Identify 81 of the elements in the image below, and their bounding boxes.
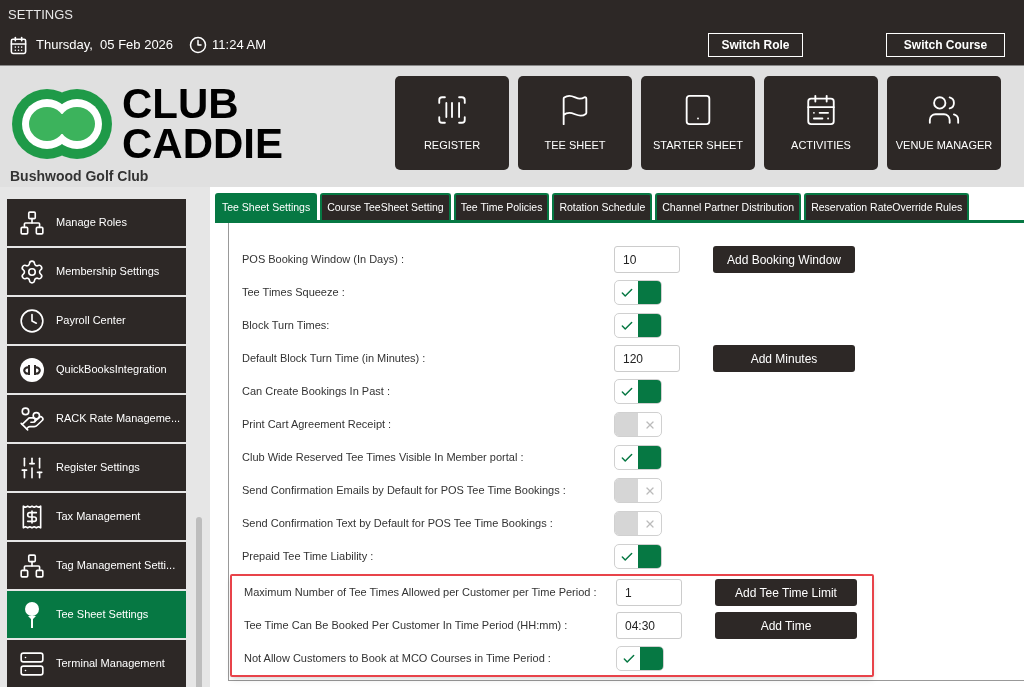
add-button[interactable]: Add Time — [715, 612, 857, 639]
sidebar-item[interactable]: QuickBooksIntegration — [7, 346, 186, 393]
toggle-switch[interactable] — [614, 478, 662, 503]
tab[interactable]: Reservation RateOverride Rules — [804, 193, 970, 220]
toggle-switch[interactable] — [614, 445, 662, 470]
sidebar-item[interactable]: RACK Rate Manageme... — [7, 395, 186, 442]
date-text: Thursday, 05 Feb 2026 — [36, 36, 174, 55]
server-icon — [19, 650, 45, 677]
sidebar-label: Tag Management Setti... — [56, 558, 176, 574]
nav-tile[interactable]: TEE SHEET — [518, 76, 632, 170]
setting-label: Print Cart Agreement Receipt : — [242, 417, 393, 433]
setting-label: Default Block Turn Time (in Minutes) : — [242, 351, 427, 367]
logo-text: CADDIE — [122, 124, 283, 164]
sidebar-label: Manage Roles — [56, 215, 127, 231]
clock-icon — [19, 307, 45, 334]
hierarchy-icon — [19, 209, 45, 236]
setting-label: Club Wide Reserved Tee Times Visible In Member portal : — [242, 450, 525, 466]
toggle-switch[interactable] — [614, 544, 662, 569]
sidebar-label: Terminal Management — [56, 656, 165, 672]
sidebar-label: QuickBooksIntegration — [56, 362, 167, 378]
toggle-switch[interactable] — [616, 646, 664, 671]
value-field[interactable]: 04:30 — [616, 612, 682, 639]
switch-button[interactable]: Switch Role — [708, 33, 803, 57]
sidebar-item[interactable]: Register Settings — [7, 444, 186, 491]
sliders-icon — [19, 454, 45, 481]
qb-icon — [19, 356, 45, 383]
toggle-switch[interactable] — [614, 379, 662, 404]
setting-label: POS Booking Window (In Days) : — [242, 252, 405, 268]
setting-label: Send Confirmation Text by Default for POS Tee Time Bookings : — [242, 516, 554, 532]
toggle-switch[interactable] — [614, 280, 662, 305]
nav-tile[interactable]: ACTIVITIES — [764, 76, 878, 170]
sidebar-label: Tee Sheet Settings — [56, 607, 149, 623]
sidebar-item[interactable]: Tax Management — [7, 493, 186, 540]
sidebar-item[interactable]: Membership Settings — [7, 248, 186, 295]
setting-label: Prepaid Tee Time Liability : — [242, 549, 375, 565]
setting-label: Send Confirmation Emails by Default for POS Tee Time Bookings : — [242, 483, 567, 499]
sidebar-item[interactable]: Payroll Center — [7, 297, 186, 344]
hierarchy-icon — [19, 552, 45, 579]
clock-icon — [189, 36, 208, 54]
tab[interactable]: Tee Time Policies — [453, 193, 550, 220]
value-field[interactable]: 10 — [614, 246, 680, 273]
setting-label: Maximum Number of Tee Times Allowed per Customer per Time Period : — [244, 585, 598, 601]
sidebar-label: RACK Rate Manageme... — [56, 411, 181, 427]
tab[interactable]: Tee Sheet Settings — [215, 193, 318, 220]
switch-button[interactable]: Switch Course — [886, 33, 1005, 57]
sidebar-item[interactable]: Tee Sheet Settings — [7, 591, 186, 638]
tab[interactable]: Channel Partner Distribution — [655, 193, 802, 220]
add-button[interactable]: Add Tee Time Limit — [715, 579, 857, 606]
hand-coins-icon — [19, 405, 45, 432]
tab[interactable]: Rotation Schedule — [552, 193, 653, 220]
nav-tile[interactable]: VENUE MANAGER — [887, 76, 1001, 170]
sidebar-label: Membership Settings — [56, 264, 160, 280]
add-button[interactable]: Add Booking Window — [713, 246, 855, 273]
setting-label: Can Create Bookings In Past : — [242, 384, 391, 400]
setting-label: Not Allow Customers to Book at MCO Courses in Time Period : — [244, 651, 552, 667]
sidebar-label: Tax Management — [56, 509, 141, 525]
gear-icon — [19, 258, 45, 285]
club-name: Bushwood Golf Club — [10, 167, 150, 186]
sidebar-label: Payroll Center — [56, 313, 126, 329]
scrollbar[interactable] — [196, 517, 202, 687]
toggle-switch[interactable] — [614, 313, 662, 338]
toggle-switch[interactable] — [614, 511, 662, 536]
setting-label: Tee Times Squeeze : — [242, 285, 346, 301]
tab[interactable]: Course TeeSheet Setting — [320, 193, 451, 220]
sidebar-item[interactable]: Tag Management Setti... — [7, 542, 186, 589]
setting-label: Tee Time Can Be Booked Per Customer In Time Period (HH:mm) : — [244, 618, 569, 634]
value-field[interactable]: 120 — [614, 345, 680, 372]
nav-tile[interactable]: STARTER SHEET — [641, 76, 755, 170]
logo-text: CLUB — [122, 84, 240, 124]
toggle-switch[interactable] — [614, 412, 662, 437]
sidebar-item[interactable]: Terminal Management — [7, 640, 186, 687]
sidebar-label: Register Settings — [56, 460, 140, 476]
window-title: SETTINGS — [8, 6, 73, 25]
value-field[interactable]: 1 — [616, 579, 682, 606]
time-text: 11:24 AM — [212, 36, 267, 55]
nav-tile[interactable]: REGISTER — [395, 76, 509, 170]
add-button[interactable]: Add Minutes — [713, 345, 855, 372]
calendar-icon — [9, 35, 28, 55]
sidebar-item[interactable]: Manage Roles — [7, 199, 186, 246]
calendar-icon — [804, 92, 838, 127]
setting-label: Block Turn Times: — [242, 318, 331, 334]
